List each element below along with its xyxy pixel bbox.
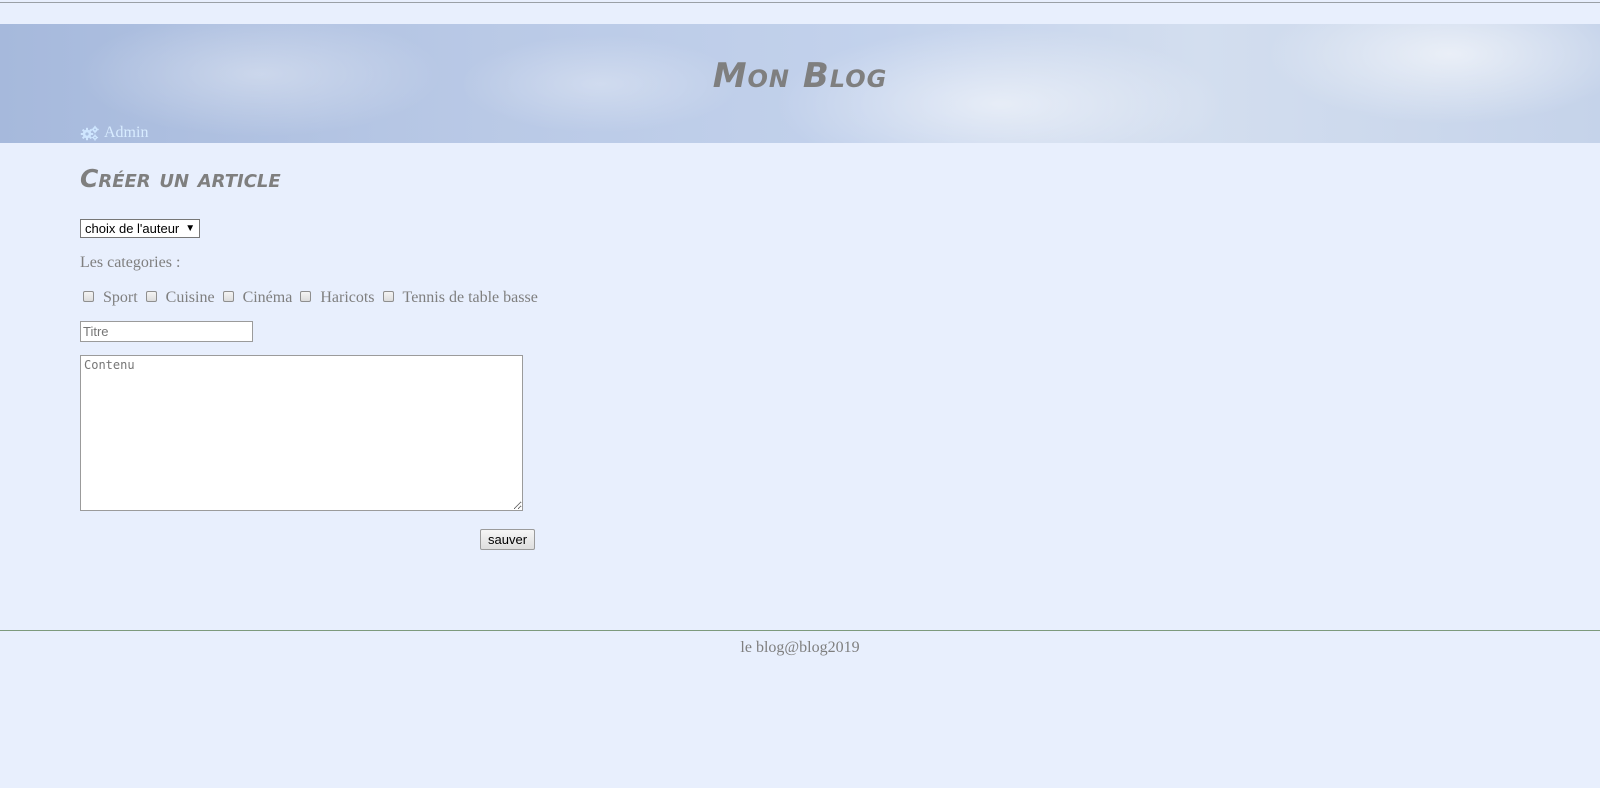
top-divider [0, 2, 1600, 3]
title-input[interactable] [80, 321, 253, 342]
admin-link-label: Admin [104, 124, 149, 141]
category-label: Tennis de table basse [402, 289, 538, 306]
category-sport[interactable]: Sport [83, 289, 138, 307]
category-checkbox[interactable] [83, 291, 94, 302]
chevron-down-icon: ▼ [185, 223, 196, 234]
author-select-value: choix de l'auteur [85, 221, 180, 236]
category-checkbox[interactable] [222, 291, 234, 302]
category-haricots[interactable]: Haricots [300, 289, 375, 307]
category-tennis-de-table-basse[interactable]: Tennis de table basse [382, 289, 538, 307]
admin-link[interactable]: Admin [80, 124, 148, 142]
site-title[interactable]: Mon Blog [0, 56, 1600, 96]
category-label: Sport [103, 289, 138, 306]
category-label: Cinéma [242, 289, 293, 306]
content-textarea[interactable] [80, 355, 523, 511]
cogs-icon [80, 125, 100, 141]
category-checkbox[interactable] [145, 291, 157, 302]
category-cinema[interactable]: Cinéma [222, 289, 293, 307]
category-checkbox[interactable] [300, 291, 312, 302]
footer-divider [0, 630, 1600, 631]
save-button[interactable]: sauver [480, 529, 536, 550]
author-select[interactable]: choix de l'auteur ▼ [80, 219, 201, 238]
category-checkbox[interactable] [382, 291, 394, 302]
category-label: Cuisine [165, 289, 215, 306]
categories-list: Sport Cuisine Cinéma Haricots Tennis de … [83, 289, 546, 307]
categories-label: Les categories : [80, 254, 181, 271]
category-label: Haricots [320, 289, 375, 306]
page-title: Créer un article [80, 164, 281, 193]
footer-text: le blog@blog2019 [740, 639, 860, 656]
category-cuisine[interactable]: Cuisine [145, 289, 215, 307]
